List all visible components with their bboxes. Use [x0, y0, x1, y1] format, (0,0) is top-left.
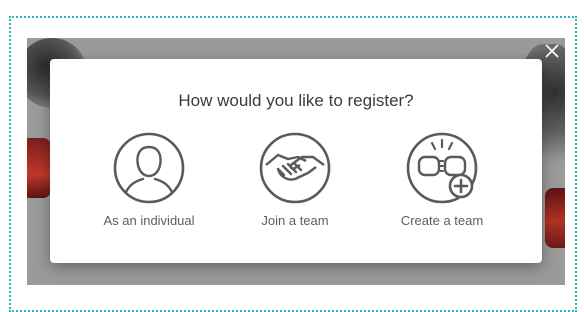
register-modal: How would you like to register? As an in…: [50, 59, 542, 263]
option-create-team[interactable]: Create a team: [377, 131, 507, 241]
person-icon: [112, 131, 186, 205]
option-join-team-label: Join a team: [261, 213, 329, 228]
close-icon[interactable]: [543, 42, 561, 60]
option-individual-label: As an individual: [103, 213, 195, 228]
option-create-team-label: Create a team: [400, 213, 484, 228]
fist-bump-plus-icon: [405, 131, 479, 205]
handshake-icon: [258, 131, 332, 205]
modal-title: How would you like to register?: [178, 91, 414, 110]
option-individual[interactable]: As an individual: [84, 131, 214, 241]
option-join-team[interactable]: Join a team: [230, 131, 360, 241]
